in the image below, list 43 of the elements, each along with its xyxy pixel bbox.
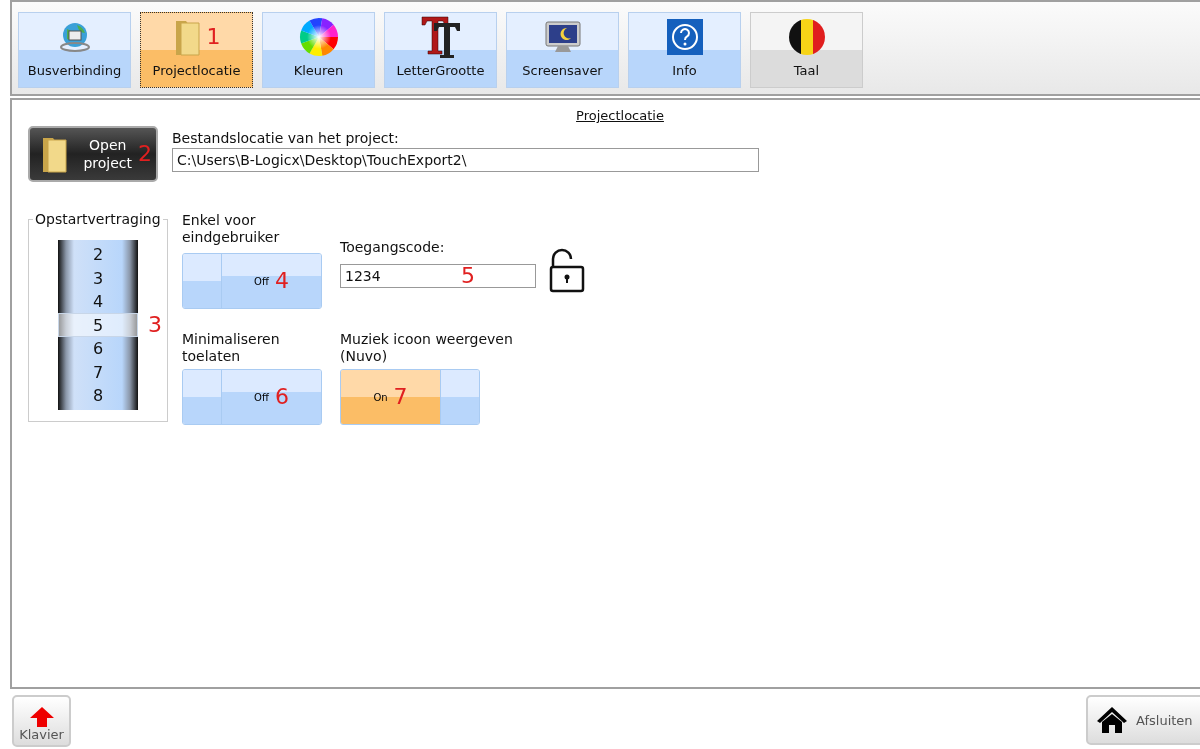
access-code-field[interactable]: 1234 5: [340, 264, 536, 288]
callout-number: 3: [148, 314, 162, 336]
picker-item[interactable]: 6: [58, 336, 138, 361]
callout-number: 7: [393, 386, 408, 408]
picker-item[interactable]: 5: [58, 313, 138, 337]
option-label: Minimaliseren toelaten: [182, 331, 281, 365]
field-label: Toegangscode:: [340, 239, 446, 256]
picker-item[interactable]: 4: [58, 289, 138, 314]
toolbar-tab[interactable]: Info: [628, 12, 741, 88]
callout-number: 6: [274, 386, 289, 408]
field-label: Bestandslocatie van het project:: [172, 130, 400, 147]
callout-number: 1: [206, 26, 221, 48]
toolbar-tab[interactable]: Kleuren: [262, 12, 375, 88]
toggle-switch[interactable]: Off 6: [182, 369, 322, 425]
callout-number: 4: [274, 270, 289, 292]
letters-icon: [419, 15, 462, 59]
toolbar-tab[interactable]: Busverbinding: [18, 12, 131, 88]
home-icon: [1096, 706, 1128, 734]
up-arrow-icon: [29, 707, 54, 727]
keyboard-button[interactable]: Klavier: [12, 695, 71, 747]
callout-number: 5: [461, 265, 475, 287]
flag-icon: [787, 18, 826, 56]
group-title: Opstartvertraging: [33, 211, 163, 227]
path-field[interactable]: C:\Users\B-Logicx\Desktop\TouchExport2\: [172, 148, 759, 172]
help-icon: [666, 19, 703, 55]
picker-item[interactable]: 3: [58, 266, 138, 290]
close-button[interactable]: Afsluiten: [1086, 695, 1200, 745]
toolbar-tab[interactable]: LetterGrootte: [384, 12, 497, 88]
toolbar-tab[interactable]: Taal: [750, 12, 863, 88]
toggle-switch[interactable]: Off 4: [182, 253, 322, 309]
toggle-switch[interactable]: On 7: [340, 369, 480, 425]
color-wheel-icon: [298, 17, 339, 57]
picker-item[interactable]: 7: [58, 360, 138, 384]
toolbar-tab[interactable]: 1 Projectlocatie: [140, 12, 253, 88]
callout-number: 2: [138, 143, 152, 165]
picker-item[interactable]: 8: [58, 383, 138, 408]
option-label: Enkel voor eindgebruiker: [182, 212, 281, 246]
section-title: Projectlocatie: [575, 108, 665, 123]
picker-item[interactable]: 2: [58, 242, 138, 267]
monitor-moon-icon: [542, 19, 583, 55]
option-label: Muziek icoon weergeven (Nuvo): [340, 331, 513, 365]
toolbar-tab[interactable]: Screensaver: [506, 12, 619, 88]
number-picker[interactable]: 2 3 4 5 6 7 8: [58, 240, 138, 410]
